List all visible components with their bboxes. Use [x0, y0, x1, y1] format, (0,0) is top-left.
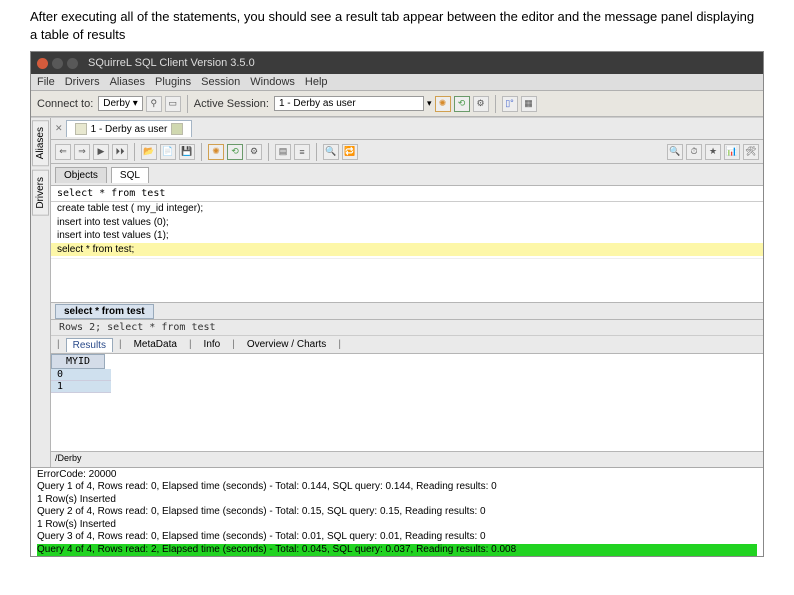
session-tab-bar: ✕ 1 - Derby as user [51, 118, 763, 140]
msg-line: Query 3 of 4, Rows read: 0, Elapsed time… [37, 531, 757, 544]
commit2-icon[interactable]: ✺ [208, 144, 224, 160]
subtab-info[interactable]: Info [198, 338, 227, 351]
msg-line: 1 Row(s) Inserted [37, 494, 757, 507]
prev-sql-icon[interactable]: ⇐ [55, 144, 71, 160]
side-tabs: Aliases Drivers [31, 118, 51, 467]
rollback-icon[interactable]: ⟲ [454, 96, 470, 112]
connect-icon[interactable]: ⚲ [146, 96, 162, 112]
append-icon[interactable]: 📄 [160, 144, 176, 160]
subtab-overview[interactable]: Overview / Charts [241, 338, 332, 351]
sql-icon-toolbar: ⇐ ⇒ ▶ ⏵⏵ 📂 📄 💾 ✺ ⟲ ⚙ ▤ ≡ 🔍 🔁 🔍 [51, 140, 763, 164]
close-all-icon[interactable]: ✕ [55, 123, 63, 134]
run-icon[interactable]: ▶ [93, 144, 109, 160]
msg-line-highlighted: Query 4 of 4, Rows read: 2, Elapsed time… [37, 544, 757, 557]
menu-aliases[interactable]: Aliases [110, 76, 145, 88]
object-sql-tabs: Objects SQL [51, 164, 763, 186]
results-grid: MYID 0 1 [51, 354, 763, 451]
message-panel: Query 1 of 4, Rows read: 0, Elapsed time… [31, 481, 763, 556]
grid-cell[interactable]: 0 [51, 369, 111, 381]
find-icon[interactable]: 🔍 [323, 144, 339, 160]
tab-sql[interactable]: SQL [111, 167, 149, 183]
bookmark-icon[interactable]: ★ [705, 144, 721, 160]
editor-line-highlighted: select * from test; [51, 243, 763, 257]
next-sql-icon[interactable]: ⇒ [74, 144, 90, 160]
tile-icon[interactable]: ▦ [521, 96, 537, 112]
zoom-in-icon[interactable]: 🔍 [667, 144, 683, 160]
rowcount-line: Rows 2; select * from test [51, 320, 763, 336]
menu-plugins[interactable]: Plugins [155, 76, 191, 88]
editor-line: insert into test values (1); [51, 229, 763, 243]
filter-icon[interactable]: ▤ [275, 144, 291, 160]
msg-line: 1 Row(s) Inserted [37, 519, 757, 532]
run-all-icon[interactable]: ⏵⏵ [112, 144, 128, 160]
new-session-icon[interactable]: ▭ [165, 96, 181, 112]
active-session-label: Active Session: [194, 98, 269, 110]
connect-to-label: Connect to: [37, 98, 93, 110]
grid-cell[interactable]: 1 [51, 381, 111, 393]
sql-combo-input[interactable]: select * from test [51, 186, 763, 202]
intro-text: After executing all of the statements, y… [0, 0, 794, 49]
session-icon [75, 123, 87, 135]
menu-session[interactable]: Session [201, 76, 240, 88]
subtab-results[interactable]: Results [66, 338, 113, 352]
sql-editor[interactable]: create table test ( my_id integer); inse… [51, 202, 763, 258]
session-tab-label: 1 - Derby as user [91, 124, 168, 135]
msg-line: Query 2 of 4, Rows read: 0, Elapsed time… [37, 506, 757, 519]
editor-line: create table test ( my_id integer); [51, 202, 763, 216]
side-tab-drivers[interactable]: Drivers [32, 170, 49, 216]
tools-icon[interactable]: 🛠 [743, 144, 759, 160]
active-session-combo[interactable]: 1 - Derby as user [274, 96, 424, 111]
error-code-line: ErrorCode: 20000 [31, 467, 763, 481]
db-icon [171, 123, 183, 135]
commit-icon[interactable]: ✺ [435, 96, 451, 112]
connect-to-combo[interactable]: Derby ▾ [98, 96, 143, 111]
result-tab-bar: select * from test [51, 302, 763, 320]
grid-column-header[interactable]: MYID [51, 354, 105, 369]
tab-objects[interactable]: Objects [55, 167, 107, 183]
editor-blank [51, 258, 763, 302]
session-tab[interactable]: 1 - Derby as user [66, 120, 193, 137]
refresh-icon[interactable]: ⟲ [227, 144, 243, 160]
graph-icon[interactable]: 📊 [724, 144, 740, 160]
menu-help[interactable]: Help [305, 76, 328, 88]
session-props-icon[interactable]: ⚙ [473, 96, 489, 112]
window-title: SQuirreL SQL Client Version 3.5.0 [88, 57, 255, 69]
titlebar: SQuirreL SQL Client Version 3.5.0 [31, 52, 763, 74]
window-minimize-icon[interactable] [52, 58, 63, 69]
sched-icon[interactable]: ⏱ [686, 144, 702, 160]
window-maximize-icon[interactable] [67, 58, 78, 69]
save-icon[interactable]: 💾 [179, 144, 195, 160]
menu-windows[interactable]: Windows [250, 76, 295, 88]
main-area: ✕ 1 - Derby as user ⇐ ⇒ ▶ ⏵⏵ 📂 📄 💾 ✺ ⟲ [51, 118, 763, 467]
new-sql-tab-icon[interactable]: ▯° [502, 96, 518, 112]
menu-file[interactable]: File [37, 76, 55, 88]
editor-line: insert into test values (0); [51, 216, 763, 230]
side-tab-aliases[interactable]: Aliases [32, 120, 49, 166]
app-window: SQuirreL SQL Client Version 3.5.0 File D… [30, 51, 764, 557]
connection-toolbar: Connect to: Derby ▾ ⚲ ▭ Active Session: … [31, 91, 763, 117]
sql-props-icon[interactable]: ⚙ [246, 144, 262, 160]
menu-drivers[interactable]: Drivers [65, 76, 100, 88]
msg-line: Query 1 of 4, Rows read: 0, Elapsed time… [37, 481, 757, 494]
open-icon[interactable]: 📂 [141, 144, 157, 160]
format-icon[interactable]: ≡ [294, 144, 310, 160]
menubar: File Drivers Aliases Plugins Session Win… [31, 74, 763, 91]
result-tab[interactable]: select * from test [55, 304, 154, 319]
result-subtabs: | Results | MetaData | Info | Overview /… [51, 336, 763, 354]
workarea: Aliases Drivers ✕ 1 - Derby as user ⇐ ⇒ … [31, 117, 763, 467]
status-path: /Derby [51, 451, 763, 467]
subtab-metadata[interactable]: MetaData [128, 338, 183, 351]
replace-icon[interactable]: 🔁 [342, 144, 358, 160]
window-close-icon[interactable] [37, 58, 48, 69]
